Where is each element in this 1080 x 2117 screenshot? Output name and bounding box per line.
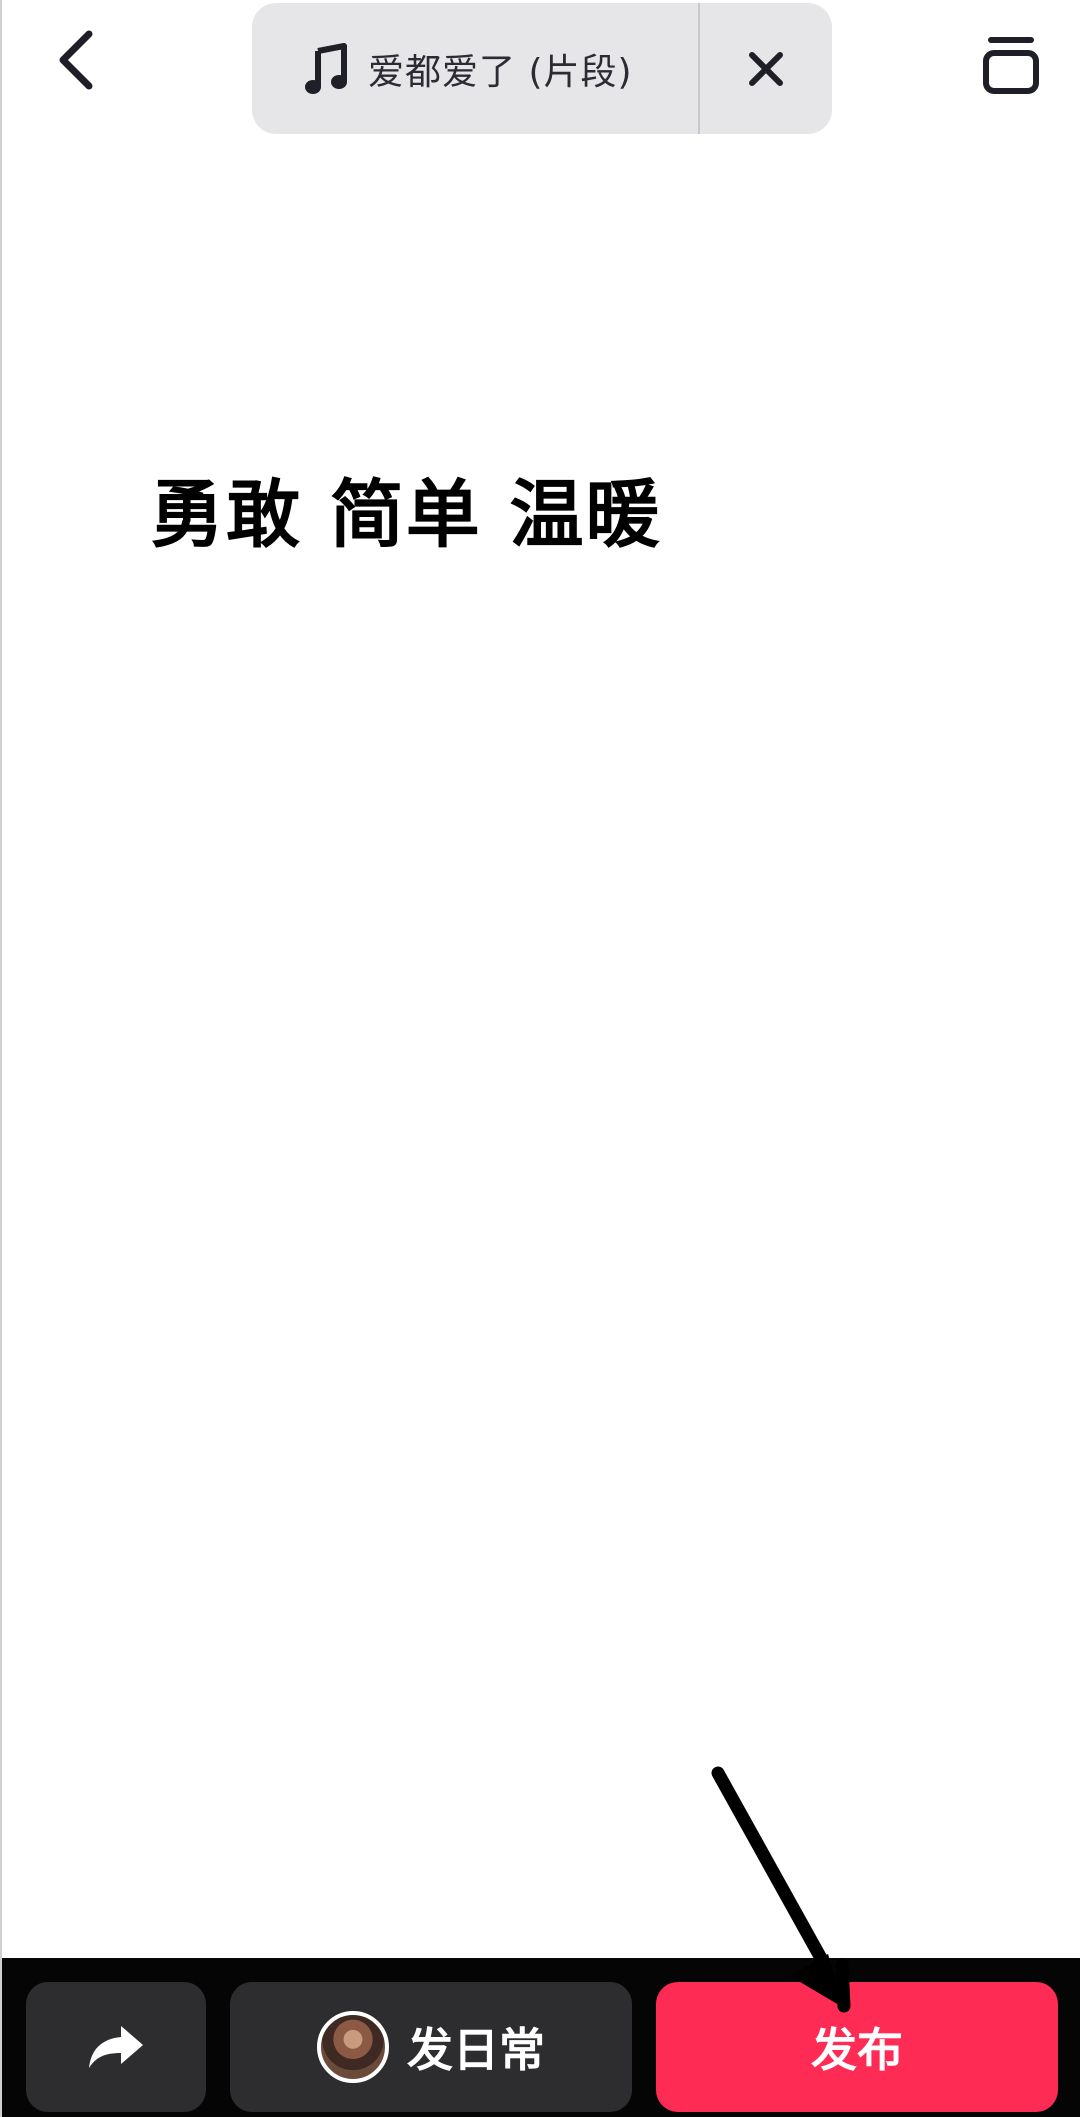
music-selector[interactable]: 爱都爱了 (片段) [252, 3, 832, 134]
pointer-arrow-icon [711, 1766, 851, 2013]
music-note-icon [305, 42, 347, 94]
publish-button[interactable]: 发布 [656, 1982, 1058, 2112]
publish-label: 发布 [811, 2023, 903, 2077]
share-button[interactable] [26, 1982, 206, 2112]
back-button[interactable] [42, 25, 112, 95]
delete-button[interactable] [977, 28, 1045, 100]
post-daily-button[interactable]: 发日常 [230, 1982, 632, 2112]
share-arrow-icon [89, 2026, 143, 2068]
chevron-left-icon [59, 30, 93, 90]
editor-screen: 爱都爱了 (片段) 勇敢 简单 温暖 发日常 发布 [0, 0, 1080, 2117]
avatar [317, 2011, 389, 2083]
caption-text[interactable]: 勇敢 简单 温暖 [150, 455, 662, 562]
music-title: 爱都爱了 (片段) [368, 51, 633, 93]
post-daily-label: 发日常 [407, 2023, 545, 2077]
trash-icon [983, 37, 1039, 94]
close-icon [749, 51, 783, 86]
music-info[interactable]: 爱都爱了 (片段) [252, 3, 700, 134]
remove-music-button[interactable] [700, 3, 832, 134]
